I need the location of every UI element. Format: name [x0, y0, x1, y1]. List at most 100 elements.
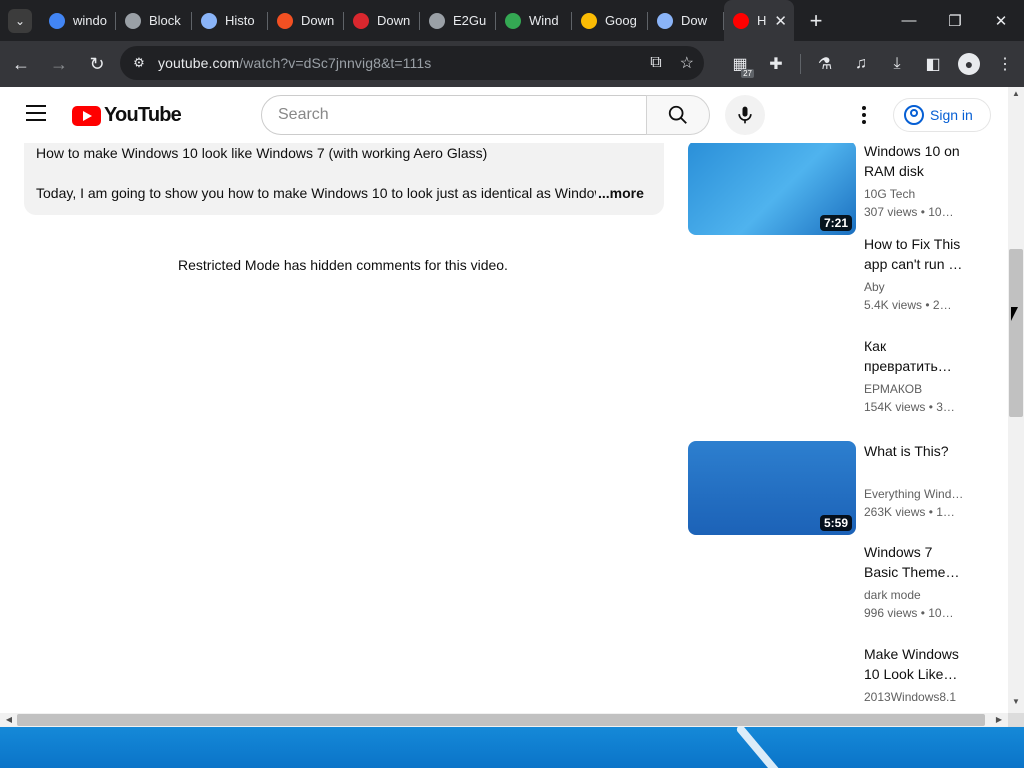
- search-input[interactable]: Search: [261, 95, 647, 135]
- channel-name[interactable]: Aby: [864, 278, 964, 296]
- video-duration: 5:59: [819, 515, 852, 531]
- channel-name[interactable]: dark mode: [864, 586, 964, 604]
- settings-menu-icon[interactable]: [852, 103, 876, 127]
- url-path: /watch?v=dSc7jnnvig8&t=111s: [239, 55, 432, 71]
- browser-tab[interactable]: Wind: [496, 0, 572, 41]
- video-title[interactable]: Windows 10 on RAM disk: [864, 141, 964, 181]
- description-body: Today, I am going to show you how to mak…: [36, 185, 596, 201]
- profile-avatar-icon: ●: [958, 53, 980, 75]
- channel-name[interactable]: 10G Tech: [864, 185, 964, 203]
- video-thumbnail[interactable]: 5:59: [688, 441, 856, 535]
- browser-menu-icon[interactable]: ⋮: [987, 46, 1023, 82]
- tab-search-button[interactable]: ⌄: [8, 8, 32, 33]
- window-controls: — ❐ ✕: [886, 0, 1024, 41]
- scroll-down-arrow-icon[interactable]: ▼: [1008, 697, 1024, 711]
- downloads-icon[interactable]: ⤓: [879, 46, 915, 82]
- video-title[interactable]: Windows 7 Basic Theme…: [864, 542, 964, 582]
- drive-icon: [581, 12, 597, 29]
- channel-name[interactable]: Everything Wind…: [864, 485, 964, 503]
- close-window-button[interactable]: ✕: [978, 0, 1024, 41]
- video-info: Как превратить… ЕРМАКОВ 154K views • 3…: [864, 336, 964, 416]
- install-app-icon[interactable]: ⧉: [650, 54, 661, 72]
- scroll-right-arrow-icon[interactable]: ▶: [992, 713, 1006, 727]
- bookmark-star-icon[interactable]: ☆: [680, 53, 694, 73]
- youtube-logo[interactable]: YouTube: [72, 104, 182, 127]
- media-control-icon[interactable]: ♫: [843, 46, 879, 82]
- address-bar[interactable]: ⚙ youtube.com/watch?v=dSc7jnnvig8&t=111s…: [120, 46, 704, 80]
- youtube-header: YouTube Search Sign in: [0, 87, 1008, 143]
- toolbar-actions: ▦ 27 ✚ ⚗ ♫ ⤓ ◧ ● ⋮: [722, 41, 1023, 87]
- channel-name[interactable]: 2013Windows8.1: [864, 688, 964, 706]
- browser-tab[interactable]: Histo: [192, 0, 268, 41]
- search-icon: [668, 105, 687, 124]
- browser-tab[interactable]: Dow: [648, 0, 724, 41]
- scroll-left-arrow-icon[interactable]: ◀: [2, 713, 16, 727]
- browser-tab[interactable]: H ✕: [724, 0, 794, 41]
- tab-title: Histo: [225, 13, 255, 28]
- drive-icon: [505, 12, 521, 29]
- voice-search-button[interactable]: [725, 95, 765, 135]
- new-tab-button[interactable]: +: [802, 8, 830, 34]
- globe-icon: [429, 12, 445, 29]
- sign-in-button[interactable]: Sign in: [893, 98, 991, 132]
- history-icon: [201, 12, 217, 29]
- channel-name[interactable]: ЕРМАКОВ: [864, 380, 964, 398]
- labs-flask-icon[interactable]: ⚗: [807, 46, 843, 82]
- tab-close-icon[interactable]: ✕: [774, 12, 787, 30]
- account-icon: [904, 105, 924, 125]
- tab-list: windo Block Histo Down Down E2Gu Wind Goog Dow H ✕: [40, 0, 794, 41]
- tab-title: Block: [149, 13, 181, 28]
- browser-tab[interactable]: Down: [268, 0, 344, 41]
- youtube-play-icon: [72, 105, 101, 126]
- video-thumbnail[interactable]: 7:21: [688, 141, 856, 235]
- show-more-button[interactable]: ...more: [598, 185, 644, 201]
- scroll-up-arrow-icon[interactable]: ▲: [1008, 89, 1024, 103]
- vertical-scroll-thumb[interactable]: [1009, 249, 1023, 417]
- browser-tab[interactable]: windo: [40, 0, 116, 41]
- forward-button[interactable]: →: [42, 47, 76, 81]
- arrow-left-icon: ←: [12, 53, 30, 74]
- mega-icon: [353, 12, 369, 29]
- tab-title: Goog: [605, 13, 637, 28]
- extension-calendar-icon[interactable]: ▦ 27: [722, 46, 758, 82]
- site-info-icon[interactable]: ⚙: [126, 55, 152, 71]
- tab-title: Dow: [681, 13, 708, 28]
- video-meta: 5.4K views • 2…: [864, 298, 952, 312]
- toolbar-separator: [800, 54, 801, 74]
- vertical-scrollbar[interactable]: ▲ ▼: [1008, 87, 1024, 713]
- search-button[interactable]: [646, 95, 710, 135]
- browser-tab[interactable]: Goog: [572, 0, 648, 41]
- mouse-cursor-icon: [1011, 307, 1018, 321]
- horizontal-scrollbar[interactable]: ◀ ▶: [0, 713, 1008, 727]
- browser-tab[interactable]: E2Gu: [420, 0, 496, 41]
- video-title[interactable]: Как превратить…: [864, 336, 964, 376]
- back-button[interactable]: ←: [4, 47, 38, 81]
- windows-desktop-background: [0, 727, 1024, 768]
- chevron-down-icon: ⌄: [14, 13, 26, 28]
- hamburger-menu-icon[interactable]: [26, 105, 46, 121]
- tab-title: Down: [377, 13, 411, 28]
- video-title[interactable]: How to Fix This app can't run …: [864, 234, 964, 274]
- google-icon: [49, 12, 65, 29]
- reload-button[interactable]: ↻: [80, 47, 114, 81]
- scrollbar-corner: [1008, 713, 1024, 727]
- video-info: What is This? Everything Wind… 263K views …: [864, 441, 964, 521]
- sign-in-label: Sign in: [930, 107, 973, 123]
- horizontal-scroll-thumb[interactable]: [17, 714, 985, 726]
- maximize-button[interactable]: ❐: [932, 0, 978, 41]
- extension-badge: 27: [741, 69, 754, 78]
- tab-title: windo: [73, 13, 107, 28]
- url-text[interactable]: youtube.com/watch?v=dSc7jnnvig8&t=111s: [158, 55, 431, 71]
- profile-button[interactable]: ●: [951, 46, 987, 82]
- tab-title: E2Gu: [453, 13, 487, 28]
- video-title[interactable]: Make Windows 10 Look Like…: [864, 644, 964, 684]
- video-info: Windows 7 Basic Theme… dark mode 996 views…: [864, 542, 964, 622]
- extensions-puzzle-icon[interactable]: ✚: [758, 46, 794, 82]
- tab-title: Down: [301, 13, 335, 28]
- minimize-button[interactable]: —: [886, 0, 932, 41]
- side-panel-icon[interactable]: ◧: [915, 46, 951, 82]
- video-title[interactable]: What is This?: [864, 441, 964, 481]
- download-icon: [657, 12, 673, 29]
- browser-tab[interactable]: Down: [344, 0, 420, 41]
- browser-tab[interactable]: Block: [116, 0, 192, 41]
